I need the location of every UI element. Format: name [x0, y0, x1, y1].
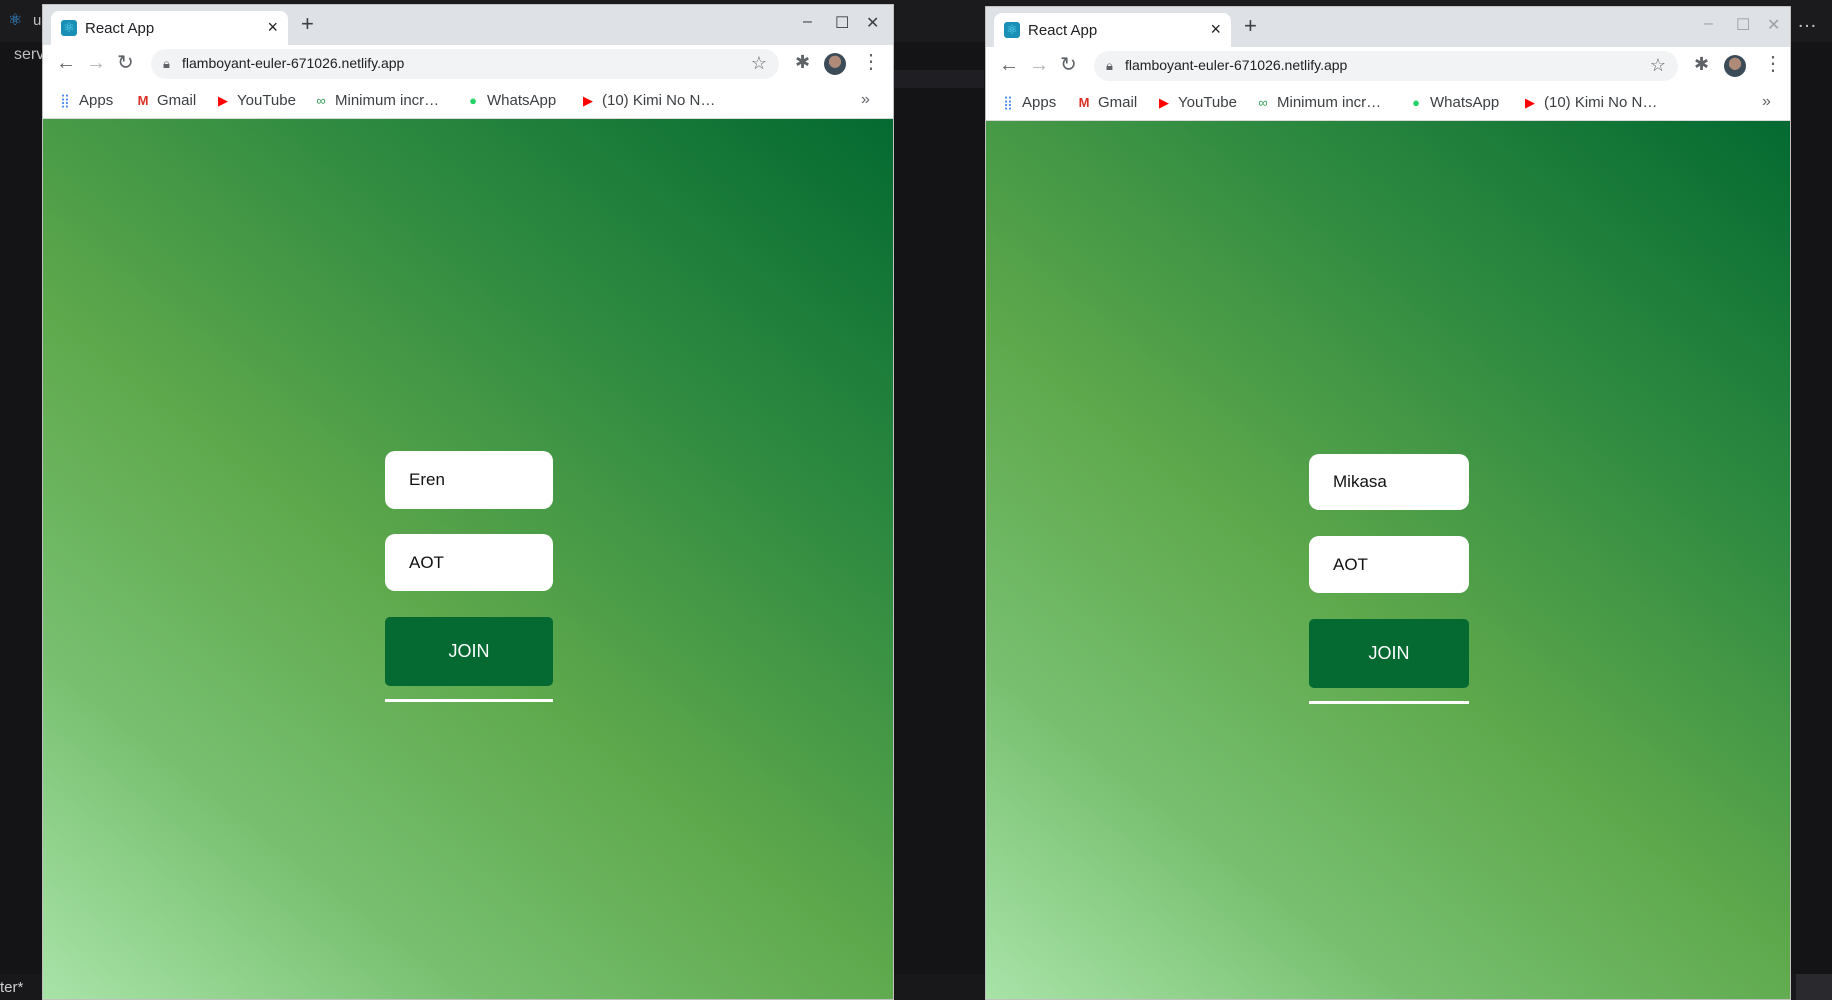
close-tab-icon[interactable]: × — [267, 18, 278, 36]
react-icon: ⚛ — [61, 20, 77, 36]
reload-icon[interactable]: ↻ — [1060, 55, 1077, 75]
more-icon[interactable]: … — [1797, 10, 1818, 33]
address-bar[interactable]: 🔒︎ flamboyant-euler-671026.netlify.app ☆ — [1094, 51, 1678, 81]
tab-react-app[interactable]: ⚛ React App × — [51, 11, 288, 45]
browser-window-right: ⚛ React App × + – ☐ ✕ ← → ↻ 🔒︎ flamboyan… — [985, 6, 1791, 1000]
editor-title-text: u — [33, 12, 42, 29]
more-bookmarks-icon[interactable]: » — [1762, 93, 1771, 111]
editor-highlight — [893, 70, 984, 88]
bookmarks-bar: ⣿ Apps M Gmail ▶ YouTube ∞ Minimum incr… ● Wh… — [43, 83, 893, 119]
join-form: JOIN — [385, 451, 553, 702]
new-tab-icon[interactable]: + — [301, 13, 314, 35]
bookmark-kimi[interactable]: ▶ (10) Kimi No N… — [580, 92, 715, 109]
tab-strip: ⚛ React App × + – ☐ ✕ — [43, 5, 893, 45]
bookmark-minimum[interactable]: ∞ Minimum incr… — [1255, 94, 1381, 111]
react-icon: ⚛ — [8, 12, 23, 29]
address-bar[interactable]: 🔒︎ flamboyant-euler-671026.netlify.app ☆ — [151, 49, 779, 79]
browser-menu-icon[interactable]: ⋮ — [861, 51, 881, 73]
editor-sidebar-text: serv — [14, 46, 45, 63]
apps-grid-icon: ⣿ — [60, 93, 70, 108]
tab-react-app[interactable]: ⚛ React App × — [994, 13, 1231, 47]
url-text: flamboyant-euler-671026.netlify.app — [1125, 57, 1348, 73]
close-tab-icon[interactable]: × — [1210, 20, 1221, 38]
gmail-icon: M — [137, 93, 149, 108]
profile-avatar[interactable] — [1724, 55, 1746, 77]
react-icon: ⚛ — [1004, 22, 1020, 38]
bookmark-whatsapp[interactable]: ● WhatsApp — [465, 92, 556, 109]
page-viewport: JOIN — [43, 119, 893, 999]
youtube-icon: ▶ — [583, 93, 593, 108]
bookmark-youtube[interactable]: ▶ YouTube — [215, 92, 296, 109]
new-tab-icon[interactable]: + — [1244, 15, 1257, 37]
bookmark-kimi[interactable]: ▶ (10) Kimi No N… — [1522, 94, 1657, 111]
bookmark-apps[interactable]: ⣿ Apps — [57, 92, 113, 109]
room-input[interactable] — [385, 534, 553, 591]
join-form: JOIN — [1309, 454, 1469, 704]
bookmark-minimum[interactable]: ∞ Minimum incr… — [313, 92, 439, 109]
page-viewport: JOIN — [986, 121, 1790, 999]
maximize-icon[interactable]: ☐ — [1736, 15, 1750, 35]
profile-avatar[interactable] — [824, 53, 846, 75]
forward-icon[interactable]: → — [1029, 55, 1049, 75]
bookmark-youtube[interactable]: ▶ YouTube — [1156, 94, 1237, 111]
link-icon: ∞ — [316, 93, 326, 108]
url-text: flamboyant-euler-671026.netlify.app — [182, 55, 405, 71]
extensions-icon[interactable]: ✱ — [795, 53, 810, 71]
link-icon: ∞ — [1258, 95, 1268, 110]
reload-icon[interactable]: ↻ — [117, 53, 134, 73]
whatsapp-icon: ● — [469, 93, 477, 108]
status-bell-area[interactable] — [1796, 974, 1832, 1000]
youtube-icon: ▶ — [218, 93, 228, 108]
bookmark-star-icon[interactable]: ☆ — [751, 53, 767, 74]
join-button[interactable]: JOIN — [385, 617, 553, 686]
back-icon[interactable]: ← — [999, 55, 1019, 75]
tab-title: React App — [1028, 22, 1098, 39]
youtube-icon: ▶ — [1525, 95, 1535, 110]
close-window-icon[interactable]: ✕ — [866, 13, 879, 33]
bookmark-star-icon[interactable]: ☆ — [1650, 55, 1666, 76]
back-icon[interactable]: ← — [56, 53, 76, 73]
youtube-icon: ▶ — [1159, 95, 1169, 110]
forward-icon[interactable]: → — [86, 53, 106, 73]
close-window-icon[interactable]: ✕ — [1767, 15, 1780, 35]
browser-toolbar: ← → ↻ 🔒︎ flamboyant-euler-671026.netlify… — [43, 45, 893, 83]
apps-grid-icon: ⣿ — [1003, 95, 1013, 110]
browser-menu-icon[interactable]: ⋮ — [1763, 53, 1783, 75]
bookmark-gmail[interactable]: M Gmail — [135, 92, 197, 109]
bookmark-whatsapp[interactable]: ● WhatsApp — [1408, 94, 1499, 111]
form-underline — [1309, 701, 1469, 704]
status-branch-text[interactable]: ter* — [0, 979, 23, 996]
maximize-icon[interactable]: ☐ — [835, 13, 849, 33]
browser-window-left: ⚛ React App × + – ☐ ✕ ← → ↻ 🔒︎ flamboyan… — [42, 4, 894, 1000]
bookmark-apps[interactable]: ⣿ Apps — [1000, 94, 1056, 111]
extensions-icon[interactable]: ✱ — [1694, 55, 1709, 73]
tab-title: React App — [85, 20, 155, 37]
bookmark-gmail[interactable]: M Gmail — [1076, 94, 1138, 111]
tab-strip: ⚛ React App × + – ☐ ✕ — [986, 7, 1790, 47]
browser-toolbar: ← → ↻ 🔒︎ flamboyant-euler-671026.netlify… — [986, 47, 1790, 85]
name-input[interactable] — [385, 451, 553, 509]
whatsapp-icon: ● — [1412, 95, 1420, 110]
more-bookmarks-icon[interactable]: » — [861, 91, 870, 109]
minimize-icon[interactable]: – — [1704, 15, 1713, 33]
name-input[interactable] — [1309, 454, 1469, 510]
lock-icon: 🔒︎ — [1106, 58, 1113, 73]
bookmarks-bar: ⣿ Apps M Gmail ▶ YouTube ∞ Minimum incr… ● Wh… — [986, 85, 1790, 121]
lock-icon: 🔒︎ — [163, 56, 170, 71]
form-underline — [385, 699, 553, 702]
minimize-icon[interactable]: – — [803, 13, 812, 31]
join-button[interactable]: JOIN — [1309, 619, 1469, 688]
gmail-icon: M — [1078, 95, 1090, 110]
room-input[interactable] — [1309, 536, 1469, 593]
